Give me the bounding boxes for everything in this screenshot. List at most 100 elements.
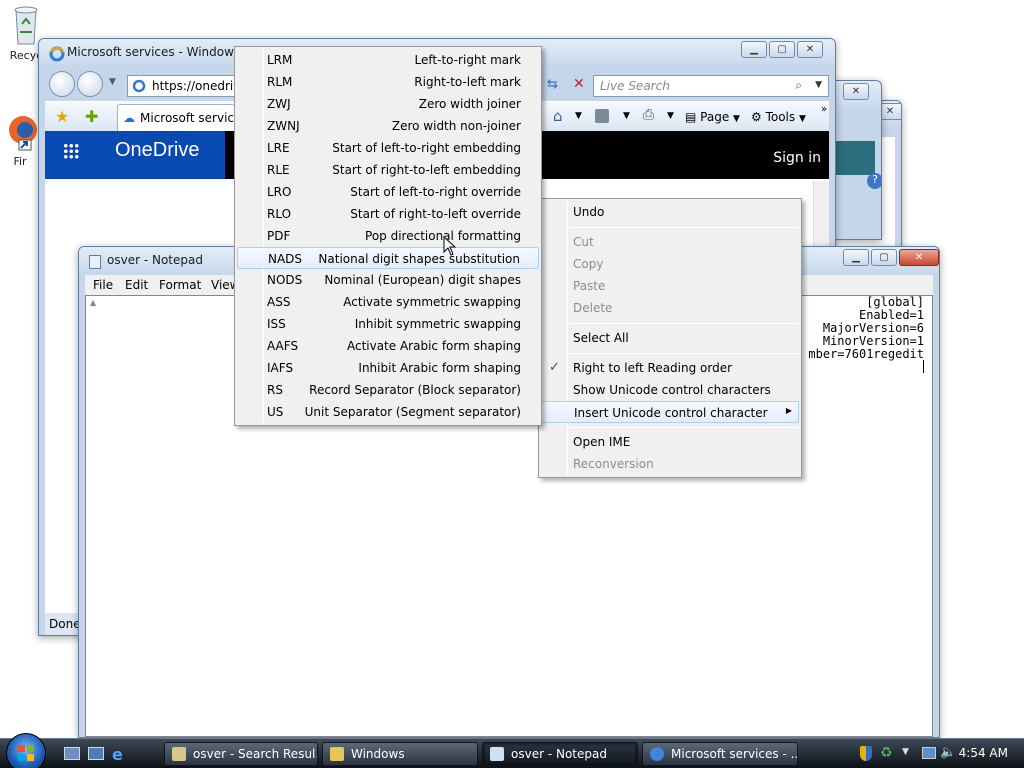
switch-windows-icon[interactable] — [88, 747, 104, 760]
tab-microsoft-services[interactable]: ☁ Microsoft services — [117, 104, 235, 132]
refresh-icon[interactable]: ⇆ — [547, 77, 558, 92]
search-input[interactable]: Live Search ⌕ ▼ — [593, 75, 829, 97]
ie-page-icon — [132, 79, 146, 93]
help-icon[interactable]: ? — [867, 173, 881, 189]
chevron-down-icon[interactable]: ▼ — [623, 111, 630, 121]
print-icon[interactable]: ⎙ — [643, 107, 654, 123]
page-menu-button[interactable]: ▤ Page ▼ — [685, 110, 740, 124]
menu-item-rtl-reading-order[interactable]: ✓ Right to left Reading order — [541, 357, 799, 379]
desktop-icon-firefox[interactable]: Fir — [0, 112, 40, 168]
feeds-icon[interactable] — [595, 109, 609, 123]
close-button[interactable]: ✕ — [797, 41, 823, 58]
start-button[interactable] — [6, 733, 46, 768]
minimize-button[interactable]: ▁ — [741, 41, 767, 58]
tools-menu-label: Tools — [765, 110, 796, 124]
taskbar-button-label: Windows — [351, 747, 405, 761]
unicode-item-nods[interactable]: NODS Nominal (European) digit shapes — [237, 269, 539, 291]
sign-in-link[interactable]: Sign in — [773, 150, 821, 166]
unicode-code: NADS — [268, 252, 303, 266]
menu-item-label: Insert Unicode control character — [574, 406, 768, 420]
unicode-item-rlo[interactable]: RLO Start of right-to-left override — [237, 203, 539, 225]
unicode-item-pdf[interactable]: PDF Pop directional formatting — [237, 225, 539, 247]
menu-item-delete[interactable]: Delete — [541, 297, 799, 319]
menu-item-insert-unicode[interactable]: Insert Unicode control character ▶ — [541, 401, 799, 423]
unicode-desc: Unit Separator (Segment separator) — [304, 405, 521, 419]
unicode-item-rle[interactable]: RLE Start of right-to-left embedding — [237, 159, 539, 181]
menu-edit[interactable]: Edit — [125, 278, 148, 292]
unicode-item-zwj[interactable]: ZWJ Zero width joiner — [237, 93, 539, 115]
menu-item-paste[interactable]: Paste — [541, 275, 799, 297]
search-icon[interactable]: ⌕ — [795, 78, 802, 93]
clock[interactable]: 4:54 AM — [959, 746, 1008, 760]
unicode-desc: Start of left-to-right embedding — [332, 141, 521, 155]
unicode-item-aafs[interactable]: AAFS Activate Arabic form shaping — [237, 335, 539, 357]
unicode-item-us[interactable]: US Unit Separator (Segment separator) — [237, 401, 539, 423]
unicode-item-iafs[interactable]: IAFS Inhibit Arabic form shaping — [237, 357, 539, 379]
taskbar-button-label: osver - Notepad — [511, 747, 607, 761]
unicode-code: RLE — [267, 163, 290, 177]
unicode-item-iss[interactable]: ISS Inhibit symmetric swapping — [237, 313, 539, 335]
close-button[interactable]: ✕ — [843, 83, 869, 100]
safely-remove-icon[interactable]: ♻ — [880, 745, 893, 761]
address-bar[interactable]: https://onedriv — [127, 75, 237, 97]
taskbar-button-notepad[interactable]: osver - Notepad — [482, 742, 638, 766]
unicode-item-zwnj[interactable]: ZWNJ Zero width non-joiner — [237, 115, 539, 137]
unicode-desc: Activate symmetric swapping — [343, 295, 521, 309]
menu-item-copy[interactable]: Copy — [541, 253, 799, 275]
unicode-item-nads[interactable]: NADS National digit shapes substitution — [237, 247, 539, 269]
stop-icon[interactable]: ✕ — [573, 76, 585, 92]
taskbar-button-search-results[interactable]: osver - Search Resul... — [164, 742, 318, 766]
onedrive-brand[interactable]: OneDrive — [115, 139, 199, 162]
chevron-right-icon[interactable]: » — [821, 104, 827, 115]
unicode-item-rlm[interactable]: RLM Right-to-left mark — [237, 71, 539, 93]
taskbar-button-windows[interactable]: Windows — [322, 742, 478, 766]
chevron-down-icon[interactable]: ▼ — [109, 77, 116, 87]
unicode-desc: Zero width non-joiner — [391, 119, 521, 133]
unicode-item-rs[interactable]: RS Record Separator (Block separator) — [237, 379, 539, 401]
maximize-button[interactable]: ▢ — [769, 41, 795, 58]
maximize-button[interactable]: ▢ — [871, 249, 897, 266]
menu-item-undo[interactable]: Undo — [541, 201, 799, 223]
menu-file[interactable]: File — [93, 278, 113, 292]
scroll-up-arrow[interactable]: ▲ — [90, 298, 96, 307]
chevron-down-icon[interactable]: ▼ — [575, 111, 582, 121]
minimize-button[interactable]: ▁ — [843, 249, 869, 266]
folder-icon — [330, 747, 344, 761]
unicode-item-lro[interactable]: LRO Start of left-to-right override — [237, 181, 539, 203]
taskbar-button-ie[interactable]: Microsoft services - ... — [642, 742, 798, 766]
show-desktop-icon[interactable] — [64, 747, 80, 760]
unicode-code: LRM — [267, 53, 293, 67]
onedrive-cloud-icon: ☁ — [123, 111, 135, 125]
notepad-title: osver - Notepad — [107, 253, 203, 267]
ie-quicklaunch-icon[interactable]: e — [112, 745, 123, 764]
favorites-star-icon[interactable]: ★ — [55, 107, 69, 126]
desktop-icon-label: Fir — [13, 155, 27, 168]
menu-item-select-all[interactable]: Select All — [541, 327, 799, 349]
menu-item-reconversion[interactable]: Reconversion — [541, 453, 799, 475]
back-button[interactable] — [49, 71, 75, 97]
unicode-item-lrm[interactable]: LRM Left-to-right mark — [237, 49, 539, 71]
chevron-down-icon[interactable]: ▼ — [815, 80, 822, 90]
unicode-item-lre[interactable]: LRE Start of left-to-right embedding — [237, 137, 539, 159]
app-launcher-icon[interactable] — [63, 143, 79, 159]
forward-button[interactable] — [77, 71, 103, 97]
window-caption-buttons: ▁ ▢ ✕ — [841, 249, 939, 266]
menu-item-show-unicode[interactable]: Show Unicode control characters — [541, 379, 799, 401]
unicode-desc: Start of left-to-right override — [350, 185, 521, 199]
volume-muted-icon[interactable]: 🔈 — [940, 745, 956, 760]
security-shield-icon[interactable] — [860, 746, 872, 761]
text-cursor — [923, 360, 924, 373]
menu-item-cut[interactable]: Cut — [541, 231, 799, 253]
menu-item-open-ime[interactable]: Open IME — [541, 431, 799, 453]
home-icon[interactable]: ⌂ — [553, 107, 563, 125]
close-button[interactable]: ✕ — [899, 249, 939, 266]
chevron-down-icon[interactable]: ▼ — [667, 111, 674, 121]
add-favorite-icon[interactable]: ✚ — [85, 107, 98, 126]
menu-format[interactable]: Format — [159, 278, 201, 292]
tools-menu-button[interactable]: ⚙ Tools ▼ — [751, 110, 806, 124]
unicode-code: RS — [267, 383, 283, 397]
unicode-code: ZWNJ — [267, 119, 300, 133]
unicode-item-ass[interactable]: ASS Activate symmetric swapping — [237, 291, 539, 313]
chevron-down-icon[interactable]: ▼ — [902, 747, 909, 757]
network-icon[interactable] — [922, 747, 936, 759]
